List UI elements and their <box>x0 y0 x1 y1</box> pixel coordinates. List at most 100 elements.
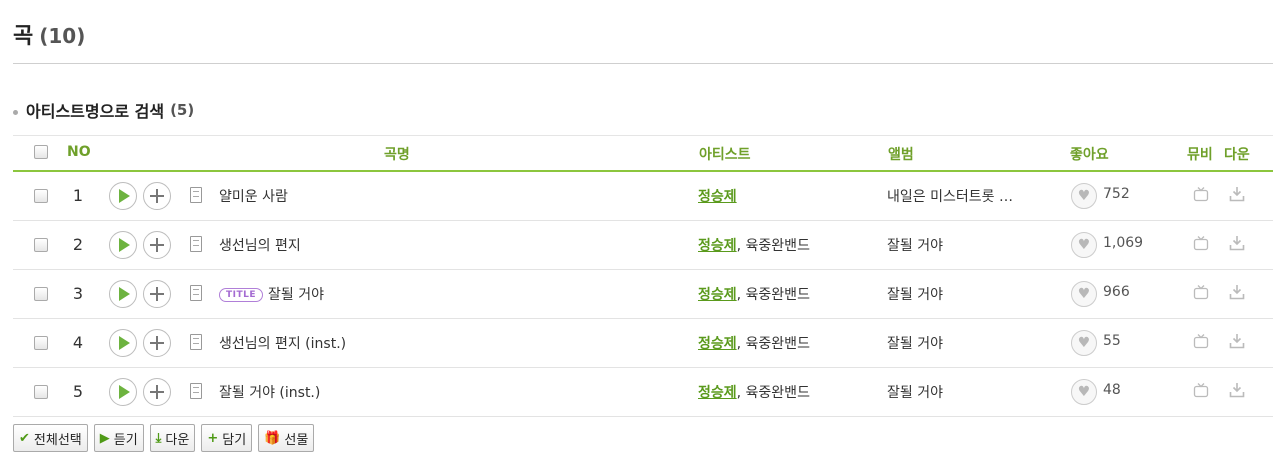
add-button[interactable] <box>143 231 171 259</box>
like-button[interactable]: ♥ <box>1071 379 1097 405</box>
artist-separator: , <box>736 238 742 254</box>
download-icon[interactable] <box>1229 333 1245 349</box>
play-button[interactable] <box>109 378 137 406</box>
album-link[interactable]: 잘될 거야 <box>887 284 943 304</box>
add-button[interactable] <box>143 329 171 357</box>
like-button[interactable]: ♥ <box>1071 330 1097 356</box>
like-button[interactable]: ♥ <box>1071 183 1097 209</box>
select-all-button[interactable]: ✔ 전체선택 <box>13 424 88 452</box>
artist-link-secondary[interactable]: 육중완밴드 <box>746 336 810 352</box>
artist-link[interactable]: 정승제 <box>698 238 737 254</box>
song-title-text[interactable]: 잘될 거야 <box>268 287 324 303</box>
page-title-text: 곡 <box>13 24 34 49</box>
artist-link[interactable]: 정승제 <box>698 385 737 401</box>
song-title[interactable]: TITLE 잘될 거야 <box>219 284 324 304</box>
song-title-text[interactable]: 얄미운 사람 <box>219 189 288 205</box>
gift-icon: 🎁 <box>264 430 281 446</box>
song-title-text[interactable]: 생선님의 편지 <box>219 238 301 254</box>
bullet-icon <box>13 109 18 115</box>
play-icon <box>119 336 130 350</box>
album-link[interactable]: 잘될 거야 <box>887 382 943 402</box>
album-link[interactable]: 잘될 거야 <box>887 333 943 353</box>
play-icon <box>119 385 130 399</box>
row-no: 3 <box>72 284 84 303</box>
lyrics-icon[interactable] <box>190 187 202 203</box>
play-button[interactable] <box>109 280 137 308</box>
row-checkbox[interactable] <box>34 238 48 252</box>
play-icon <box>119 238 130 252</box>
section-header: 아티스트명으로 검색 (5) <box>13 98 194 122</box>
song-title[interactable]: 잘될 거야 (inst.) <box>219 382 320 402</box>
title-track-badge: TITLE <box>219 288 264 302</box>
select-all-label: 전체선택 <box>33 432 82 448</box>
album-link[interactable]: 내일은 미스터트롯 … <box>887 186 1013 206</box>
play-icon: ▶ <box>99 430 110 446</box>
play-button[interactable] <box>109 231 137 259</box>
mv-icon[interactable] <box>1193 382 1209 398</box>
mv-icon[interactable] <box>1193 284 1209 300</box>
artist-link-secondary[interactable]: 육중완밴드 <box>746 238 810 254</box>
album-link[interactable]: 잘될 거야 <box>887 235 943 255</box>
add-button[interactable] <box>143 280 171 308</box>
lyrics-icon[interactable] <box>190 285 202 301</box>
play-button[interactable] <box>109 329 137 357</box>
add-icon: + <box>207 430 219 446</box>
mv-icon[interactable] <box>1193 235 1209 251</box>
download-icon[interactable] <box>1229 382 1245 398</box>
song-title[interactable]: 생선님의 편지 <box>219 235 301 255</box>
song-search-results: 곡 (10) 아티스트명으로 검색 (5) NO 곡명 아티스트 앨범 좋아요 뮤… <box>0 0 1287 460</box>
song-title-text[interactable]: 잘될 거야 (inst.) <box>219 385 320 401</box>
artist-link-secondary[interactable]: 육중완밴드 <box>746 287 810 303</box>
play-icon <box>119 287 130 301</box>
download-icon[interactable] <box>1229 186 1245 202</box>
table-header: NO 곡명 아티스트 앨범 좋아요 뮤비 다운 <box>13 135 1273 172</box>
download-label: 다운 <box>165 432 190 448</box>
song-table: NO 곡명 아티스트 앨범 좋아요 뮤비 다운 1 얄미운 사람 정승제 내일은… <box>13 135 1273 417</box>
mv-icon[interactable] <box>1193 186 1209 202</box>
like-count: 752 <box>1103 186 1130 202</box>
artist-link-secondary[interactable]: 육중완밴드 <box>746 385 810 401</box>
mv-icon[interactable] <box>1193 333 1209 349</box>
header-no: NO <box>67 144 91 160</box>
listen-button[interactable]: ▶ 듣기 <box>93 424 144 452</box>
heart-icon: ♥ <box>1077 237 1091 253</box>
download-icon[interactable] <box>1229 284 1245 300</box>
select-all-checkbox[interactable] <box>34 145 48 159</box>
like-button[interactable]: ♥ <box>1071 232 1097 258</box>
check-icon: ✔ <box>19 430 30 446</box>
artist-cell: 정승제, 육중완밴드 <box>698 382 810 402</box>
row-checkbox[interactable] <box>34 385 48 399</box>
row-checkbox[interactable] <box>34 336 48 350</box>
song-title[interactable]: 얄미운 사람 <box>219 186 288 206</box>
song-title[interactable]: 생선님의 편지 (inst.) <box>219 333 346 353</box>
row-no: 1 <box>72 186 84 205</box>
play-button[interactable] <box>109 182 137 210</box>
song-title-text[interactable]: 생선님의 편지 (inst.) <box>219 336 346 352</box>
download-icon[interactable] <box>1229 235 1245 251</box>
download-button[interactable]: ⤓ 다운 <box>149 424 196 452</box>
artist-link[interactable]: 정승제 <box>698 336 737 352</box>
like-count: 48 <box>1103 382 1121 398</box>
add-button[interactable] <box>143 182 171 210</box>
add-button[interactable] <box>143 378 171 406</box>
row-checkbox[interactable] <box>34 189 48 203</box>
header-artist: 아티스트 <box>699 147 751 163</box>
play-icon <box>119 189 130 203</box>
lyrics-icon[interactable] <box>190 383 202 399</box>
section-title: 아티스트명으로 검색 <box>26 102 165 121</box>
row-checkbox[interactable] <box>34 287 48 301</box>
artist-link[interactable]: 정승제 <box>698 287 737 303</box>
page-title-count: (10) <box>39 24 86 48</box>
gift-button[interactable]: 🎁 선물 <box>258 424 315 452</box>
header-download: 다운 <box>1224 147 1250 163</box>
lyrics-icon[interactable] <box>190 334 202 350</box>
lyrics-icon[interactable] <box>190 236 202 252</box>
header-likes: 좋아요 <box>1070 147 1109 163</box>
divider <box>13 63 1273 64</box>
like-button[interactable]: ♥ <box>1071 281 1097 307</box>
heart-icon: ♥ <box>1077 335 1091 351</box>
add-to-list-button[interactable]: + 담기 <box>201 424 253 452</box>
add-icon <box>150 238 164 252</box>
artist-link[interactable]: 정승제 <box>698 189 737 205</box>
bulk-actions: ✔ 전체선택 ▶ 듣기 ⤓ 다운 + 담기 🎁 선물 <box>13 424 315 452</box>
